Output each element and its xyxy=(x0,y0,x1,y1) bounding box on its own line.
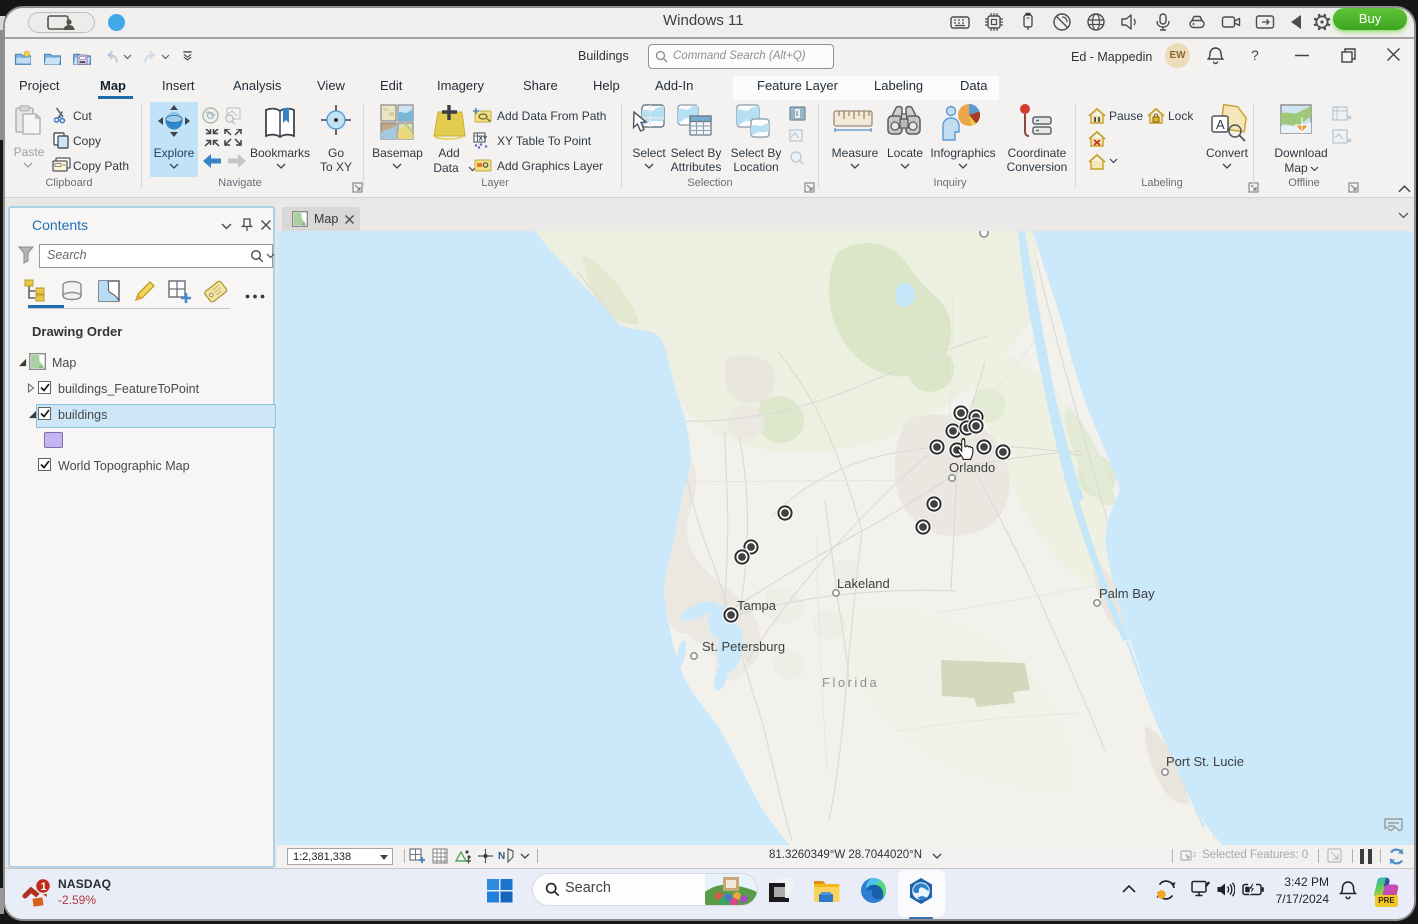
svg-text:N: N xyxy=(498,851,505,862)
svg-text:Tampa: Tampa xyxy=(737,598,777,613)
svg-text:St. Petersburg: St. Petersburg xyxy=(702,639,785,654)
svg-text:XY: XY xyxy=(479,136,488,143)
svg-text:1: 1 xyxy=(41,881,47,893)
svg-text:A: A xyxy=(1216,117,1225,132)
svg-text:Lakeland: Lakeland xyxy=(837,576,890,591)
svg-text:Orlando: Orlando xyxy=(949,460,995,475)
svg-text:Florida: Florida xyxy=(822,675,879,690)
svg-text:Port St. Lucie: Port St. Lucie xyxy=(1166,754,1244,769)
svg-text:Palm Bay: Palm Bay xyxy=(1099,586,1155,601)
